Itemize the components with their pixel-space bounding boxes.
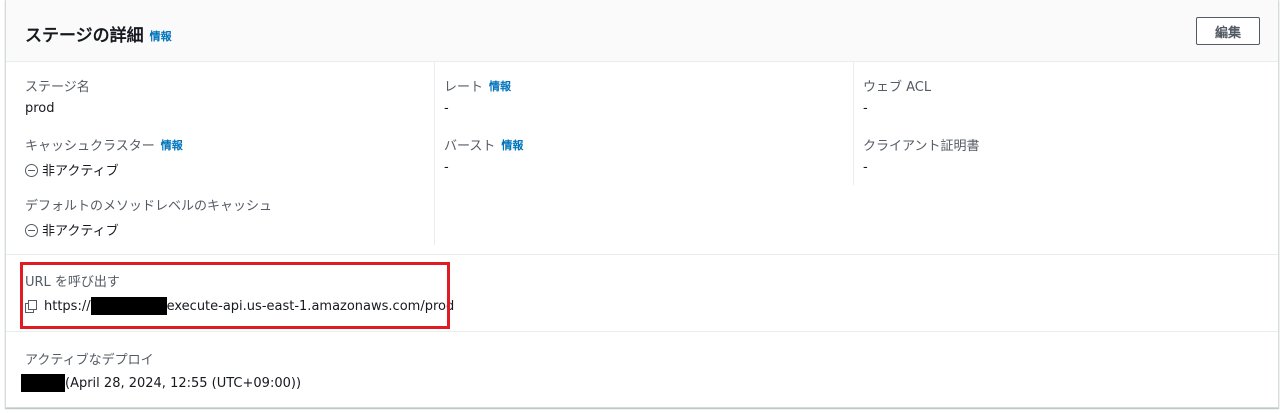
cache-cluster-info-link[interactable]: 情報 bbox=[161, 139, 183, 152]
url-highlight-box bbox=[20, 262, 450, 329]
section-divider bbox=[6, 331, 1278, 332]
active-deployment-row: (April 28, 2024, 12:55 (UTC+09:00)) bbox=[21, 374, 301, 392]
inactive-status-icon bbox=[25, 224, 38, 237]
active-deployment-section: アクティブなデプロイ (April 28, 2024, 12:55 (UTC+0… bbox=[21, 349, 301, 392]
cache-cluster-label-row: キャッシュクラスター 情報 bbox=[25, 135, 183, 154]
inactive-status-icon bbox=[25, 164, 38, 177]
burst-info-link[interactable]: 情報 bbox=[501, 139, 523, 152]
rate-label-row: レート 情報 bbox=[444, 76, 511, 95]
cache-cluster-value-row: 非アクティブ bbox=[25, 160, 183, 179]
client-cert-label: クライアント証明書 bbox=[863, 139, 980, 154]
burst-value: - bbox=[444, 160, 449, 175]
details-column-2: レート 情報 - バースト 情報 - bbox=[434, 62, 845, 245]
rate-field: レート 情報 - bbox=[444, 76, 511, 116]
panel-title: ステージの詳細 情報 bbox=[25, 21, 172, 46]
rate-info-link[interactable]: 情報 bbox=[489, 80, 511, 93]
active-deployment-value: (April 28, 2024, 12:55 (UTC+09:00)) bbox=[65, 375, 302, 391]
burst-label-row: バースト 情報 bbox=[444, 135, 523, 154]
section-divider bbox=[6, 254, 1278, 255]
stage-details-panel: ステージの詳細 情報 編集 ステージ名 prod キャッシュクラスター 情報 非アク… bbox=[5, 0, 1279, 408]
stage-name-field: ステージ名 prod bbox=[25, 76, 90, 116]
default-method-cache-field: デフォルトのメソッドレベルのキャッシュ 非アクティブ bbox=[25, 195, 272, 239]
stage-name-value: prod bbox=[25, 101, 55, 116]
web-acl-value: - bbox=[863, 101, 868, 116]
panel-header: ステージの詳細 情報 編集 bbox=[6, 0, 1278, 62]
web-acl-label: ウェブ ACL bbox=[863, 80, 932, 95]
client-cert-value: - bbox=[863, 160, 868, 175]
edit-button[interactable]: 編集 bbox=[1196, 17, 1260, 45]
default-method-cache-value: 非アクティブ bbox=[42, 224, 119, 239]
rate-value: - bbox=[444, 101, 449, 116]
title-info-link[interactable]: 情報 bbox=[150, 30, 172, 43]
burst-field: バースト 情報 - bbox=[444, 135, 523, 175]
active-deployment-label: アクティブなデプロイ bbox=[25, 353, 154, 368]
cache-cluster-label: キャッシュクラスター bbox=[25, 139, 155, 154]
default-method-cache-value-row: 非アクティブ bbox=[25, 220, 272, 239]
rate-label: レート bbox=[444, 80, 484, 95]
stage-name-label: ステージ名 bbox=[25, 80, 90, 95]
panel-title-text: ステージの詳細 bbox=[25, 26, 144, 46]
details-column-3: ウェブ ACL - クライアント証明書 - bbox=[853, 62, 1264, 185]
default-method-cache-label: デフォルトのメソッドレベルのキャッシュ bbox=[25, 199, 273, 214]
web-acl-field: ウェブ ACL - bbox=[863, 76, 931, 116]
client-cert-field: クライアント証明書 - bbox=[863, 135, 979, 175]
redacted-deployment-id bbox=[21, 374, 65, 392]
cache-cluster-field: キャッシュクラスター 情報 非アクティブ bbox=[25, 135, 183, 179]
cache-cluster-value: 非アクティブ bbox=[42, 164, 119, 179]
burst-label: バースト bbox=[444, 139, 496, 154]
